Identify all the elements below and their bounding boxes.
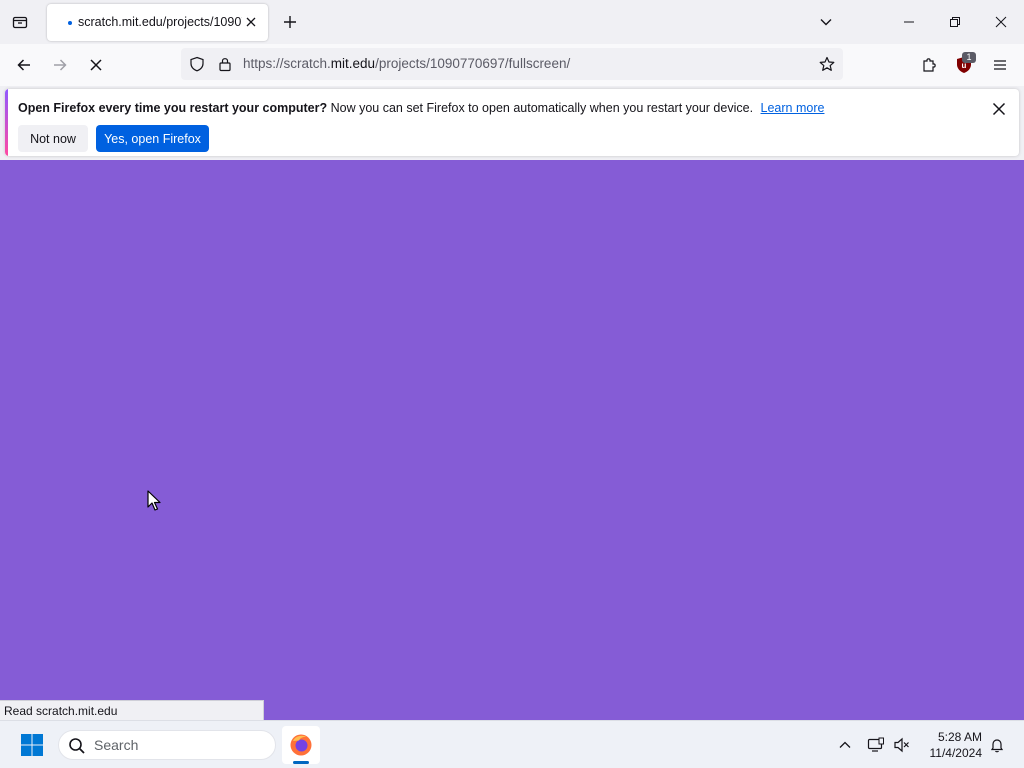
close-icon[interactable] — [989, 99, 1009, 119]
firefox-icon — [290, 734, 312, 756]
clock-time: 5:28 AM — [937, 730, 982, 744]
shield-icon[interactable] — [187, 54, 207, 74]
tab-title: scratch.mit.edu/projects/1090770697/full… — [78, 15, 242, 29]
lock-icon[interactable] — [215, 54, 235, 74]
network-icon[interactable] — [866, 735, 886, 755]
minimize-icon[interactable] — [886, 6, 932, 38]
notification-message: Now you can set Firefox to open automati… — [330, 101, 754, 115]
clock-date: 11/4/2024 — [929, 746, 983, 760]
close-icon[interactable] — [242, 13, 260, 31]
window-close-icon[interactable] — [978, 6, 1024, 38]
taskbar-search[interactable]: Search — [58, 730, 276, 760]
search-placeholder: Search — [94, 737, 139, 753]
windows-start-icon[interactable] — [20, 733, 44, 757]
taskbar: Search 5:28 AM 11/4/2024 — [0, 720, 1024, 768]
scratch-stage[interactable] — [0, 160, 1024, 720]
not-now-button[interactable]: Not now — [18, 125, 88, 152]
learn-more-link[interactable]: Learn more — [761, 101, 825, 115]
back-arrow-icon[interactable] — [10, 51, 38, 79]
notification-title: Open Firefox every time you restart your… — [18, 101, 328, 115]
url-bar[interactable]: https://scratch.mit.edu/projects/1090770… — [181, 48, 843, 80]
restart-notification: Open Firefox every time you restart your… — [5, 89, 1019, 156]
volume-muted-icon[interactable] — [892, 735, 912, 755]
hamburger-menu-icon[interactable] — [986, 51, 1014, 79]
status-bar: Read scratch.mit.edu — [0, 700, 264, 721]
url-path: /projects/1090770697/fullscreen/ — [375, 56, 571, 71]
puzzle-icon[interactable] — [915, 51, 943, 79]
chevron-up-icon[interactable] — [835, 735, 855, 755]
mouse-cursor-icon — [147, 490, 161, 511]
running-indicator — [293, 761, 309, 764]
tab-list-icon[interactable] — [6, 9, 34, 35]
forward-arrow-icon[interactable] — [46, 51, 74, 79]
url-prefix: https://scratch. — [243, 56, 331, 71]
chevron-down-icon[interactable] — [814, 10, 838, 34]
url-host: mit.edu — [330, 56, 376, 71]
stop-icon[interactable] — [82, 51, 110, 79]
notification-accent — [5, 89, 8, 156]
extension-badge: 1 — [962, 52, 976, 63]
yes-open-firefox-button[interactable]: Yes, open Firefox — [96, 125, 209, 152]
notification-bell-icon[interactable] — [987, 735, 1007, 755]
notification-text: Open Firefox every time you restart your… — [18, 101, 824, 115]
taskbar-firefox-button[interactable] — [282, 726, 320, 764]
plus-icon[interactable] — [278, 10, 302, 34]
search-icon — [69, 738, 85, 754]
url-text[interactable]: https://scratch.mit.edu/projects/1090770… — [243, 56, 570, 71]
star-icon[interactable] — [817, 54, 837, 74]
active-tab[interactable]: scratch.mit.edu/projects/1090770697/full… — [47, 4, 268, 41]
loading-indicator — [68, 21, 72, 25]
navigation-toolbar: https://scratch.mit.edu/projects/1090770… — [0, 44, 1024, 86]
restore-icon[interactable] — [932, 6, 978, 38]
tab-strip: scratch.mit.edu/projects/1090770697/full… — [0, 0, 1024, 44]
system-clock[interactable]: 5:28 AM 11/4/2024 — [920, 729, 983, 761]
